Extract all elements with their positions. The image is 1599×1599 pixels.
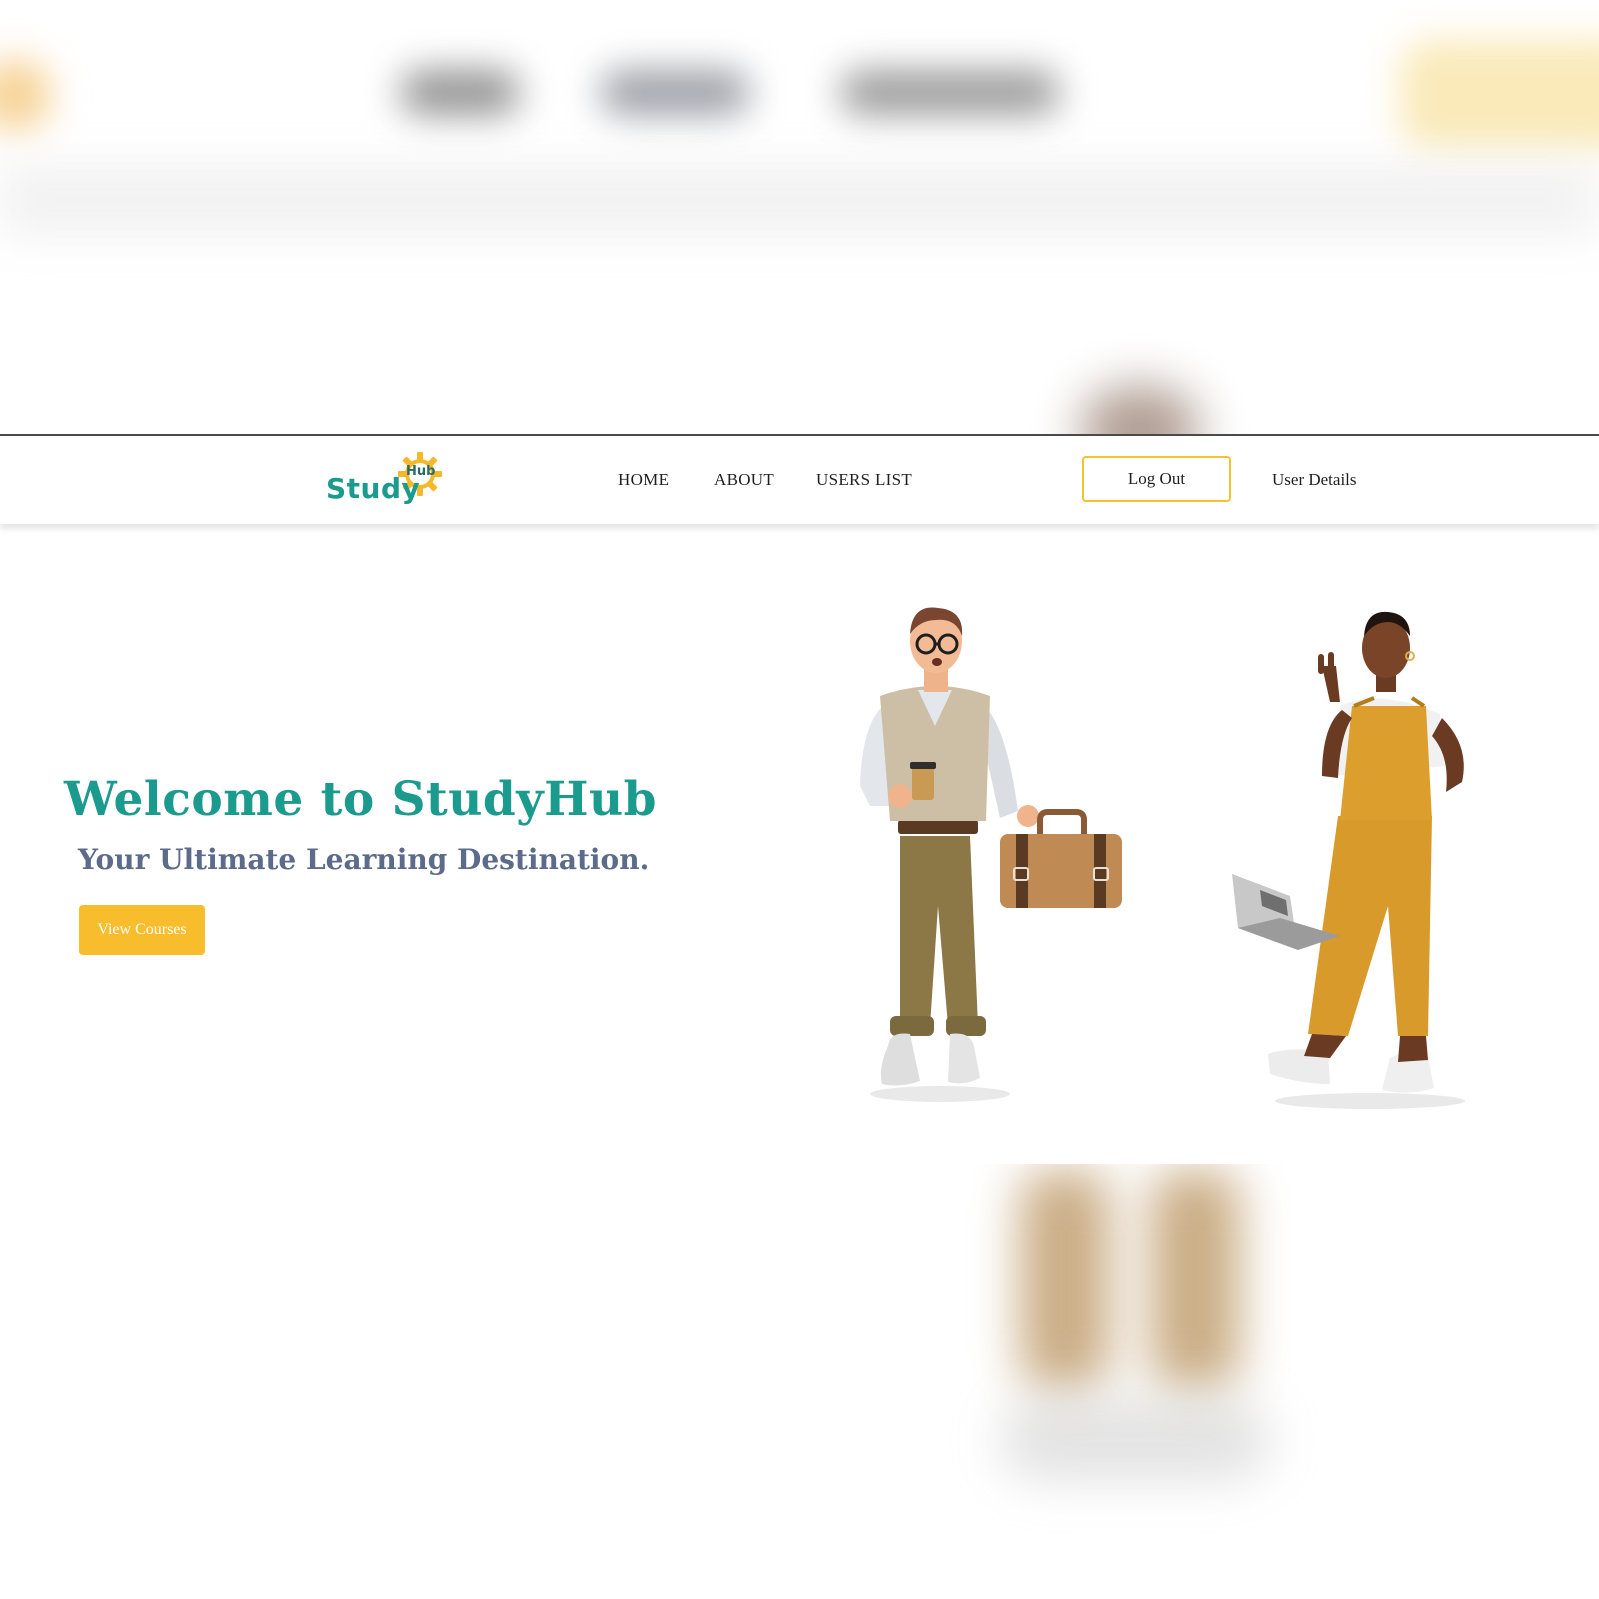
studyhub-logo[interactable]: Hub Study: [324, 450, 454, 510]
laptop-icon: [1232, 874, 1340, 950]
navbar: Hub Study HOME ABOUT USERS LIST Log Out …: [0, 436, 1599, 524]
blurred-shadow: [0, 165, 1599, 235]
female-student-figure: [1268, 611, 1465, 1109]
logout-button-label: Log Out: [1127, 469, 1186, 488]
screenshot-panel: Hub Study HOME ABOUT USERS LIST Log Out …: [0, 434, 1599, 1164]
view-courses-button[interactable]: View Courses: [79, 905, 205, 955]
students-illustration: [860, 607, 1465, 1109]
hero-title: Welcome to StudyHub: [64, 772, 658, 827]
view-courses-label: View Courses: [97, 921, 187, 938]
hero-subtitle: Your Ultimate Learning Destination.: [78, 843, 650, 876]
blurred-shoes: [1000, 1400, 1270, 1480]
nav-about-link[interactable]: ABOUT: [714, 470, 774, 490]
user-details-link[interactable]: User Details: [1272, 470, 1357, 490]
logout-button[interactable]: Log Out: [1082, 456, 1231, 502]
nav-users-list-link[interactable]: USERS LIST: [816, 470, 912, 490]
nav-home-link[interactable]: HOME: [618, 470, 669, 490]
briefcase-icon: [1000, 809, 1122, 908]
logo-study-text: Study: [326, 472, 421, 505]
blurred-legs: [1150, 1170, 1240, 1390]
blurred-legs: [1020, 1170, 1110, 1390]
